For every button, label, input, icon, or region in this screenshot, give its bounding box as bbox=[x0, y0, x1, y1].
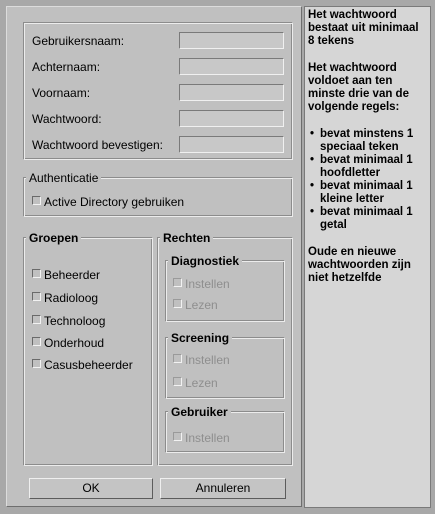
diagnostics-read-checkbox[interactable]: Lezen bbox=[173, 298, 218, 312]
password-help-panel: Het wachtwoord bestaat uit minimaal 8 te… bbox=[304, 6, 431, 508]
firstname-input[interactable] bbox=[179, 84, 284, 101]
user-rights-legend: Gebruiker bbox=[168, 405, 231, 419]
rights-option-label: Lezen bbox=[185, 376, 218, 390]
checkbox-box bbox=[32, 359, 41, 368]
rights-option-label: Instellen bbox=[185, 353, 230, 367]
groups-legend: Groepen bbox=[26, 231, 82, 245]
user-setup-checkbox[interactable]: Instellen bbox=[173, 431, 230, 445]
active-directory-checkbox[interactable]: Active Directory gebruiken bbox=[32, 195, 184, 209]
checkbox-box bbox=[173, 432, 182, 441]
group-label: Casusbeheerder bbox=[44, 358, 133, 372]
lastname-input[interactable] bbox=[179, 58, 284, 75]
diagnostics-legend: Diagnostiek bbox=[168, 254, 243, 268]
group-label: Beheerder bbox=[44, 268, 101, 282]
group-checkbox-radioloog[interactable]: Radioloog bbox=[32, 291, 98, 305]
authentication-legend: Authenticatie bbox=[26, 171, 102, 185]
screening-setup-checkbox[interactable]: Instellen bbox=[173, 353, 230, 367]
password-rule: bevat minstens 1 speciaal teken bbox=[310, 128, 427, 154]
checkbox-box bbox=[173, 354, 182, 363]
username-label: Gebruikersnaam: bbox=[32, 34, 125, 48]
password-rules-list: bevat minstens 1 speciaal teken bevat mi… bbox=[308, 128, 427, 232]
group-checkbox-casusbeheerder[interactable]: Casusbeheerder bbox=[32, 358, 133, 372]
group-label: Technoloog bbox=[44, 314, 106, 328]
password-rule: bevat minimaal 1 kleine letter bbox=[310, 180, 427, 206]
checkbox-box bbox=[173, 278, 182, 287]
diagnostics-groupbox bbox=[165, 260, 285, 322]
group-checkbox-technoloog[interactable]: Technoloog bbox=[32, 314, 105, 328]
rights-option-label: Instellen bbox=[185, 431, 230, 445]
password-label: Wachtwoord: bbox=[32, 112, 102, 126]
rights-option-label: Instellen bbox=[185, 277, 230, 291]
lastname-label: Achternaam: bbox=[32, 60, 101, 74]
username-input[interactable] bbox=[179, 32, 284, 49]
screening-read-checkbox[interactable]: Lezen bbox=[173, 376, 218, 390]
password-history-rule: Oude en nieuwe wachtwoorden zijn niet he… bbox=[308, 246, 411, 284]
rights-option-label: Lezen bbox=[185, 298, 218, 312]
checkbox-box bbox=[32, 337, 41, 346]
checkbox-box bbox=[32, 269, 41, 278]
screening-legend: Screening bbox=[168, 331, 233, 345]
checkbox-box bbox=[173, 299, 182, 308]
password-length-rule: Het wachtwoord bestaat uit minimaal 8 te… bbox=[308, 9, 419, 47]
diagnostics-setup-checkbox[interactable]: Instellen bbox=[173, 277, 230, 291]
checkbox-box bbox=[32, 315, 41, 324]
password-rule: bevat minimaal 1 getal bbox=[310, 206, 427, 232]
password-rules-intro: Het wachtwoord voldoet aan ten minste dr… bbox=[308, 62, 409, 113]
active-directory-label: Active Directory gebruiken bbox=[44, 195, 185, 209]
checkbox-box bbox=[173, 377, 182, 386]
confirm-password-input[interactable] bbox=[179, 136, 284, 153]
checkbox-box bbox=[32, 292, 41, 301]
rights-legend: Rechten bbox=[160, 231, 214, 245]
checkbox-box bbox=[32, 196, 41, 205]
group-checkbox-onderhoud[interactable]: Onderhoud bbox=[32, 336, 104, 350]
group-checkbox-beheerder[interactable]: Beheerder bbox=[32, 268, 100, 282]
group-label: Radioloog bbox=[44, 291, 99, 305]
firstname-label: Voornaam: bbox=[32, 86, 91, 100]
cancel-button[interactable]: Annuleren bbox=[160, 478, 286, 499]
group-label: Onderhoud bbox=[44, 336, 105, 350]
password-rule: bevat minimaal 1 hoofdletter bbox=[310, 154, 427, 180]
ok-button[interactable]: OK bbox=[29, 478, 153, 499]
password-input[interactable] bbox=[179, 110, 284, 127]
confirm-password-label: Wachtwoord bevestigen: bbox=[32, 138, 163, 152]
